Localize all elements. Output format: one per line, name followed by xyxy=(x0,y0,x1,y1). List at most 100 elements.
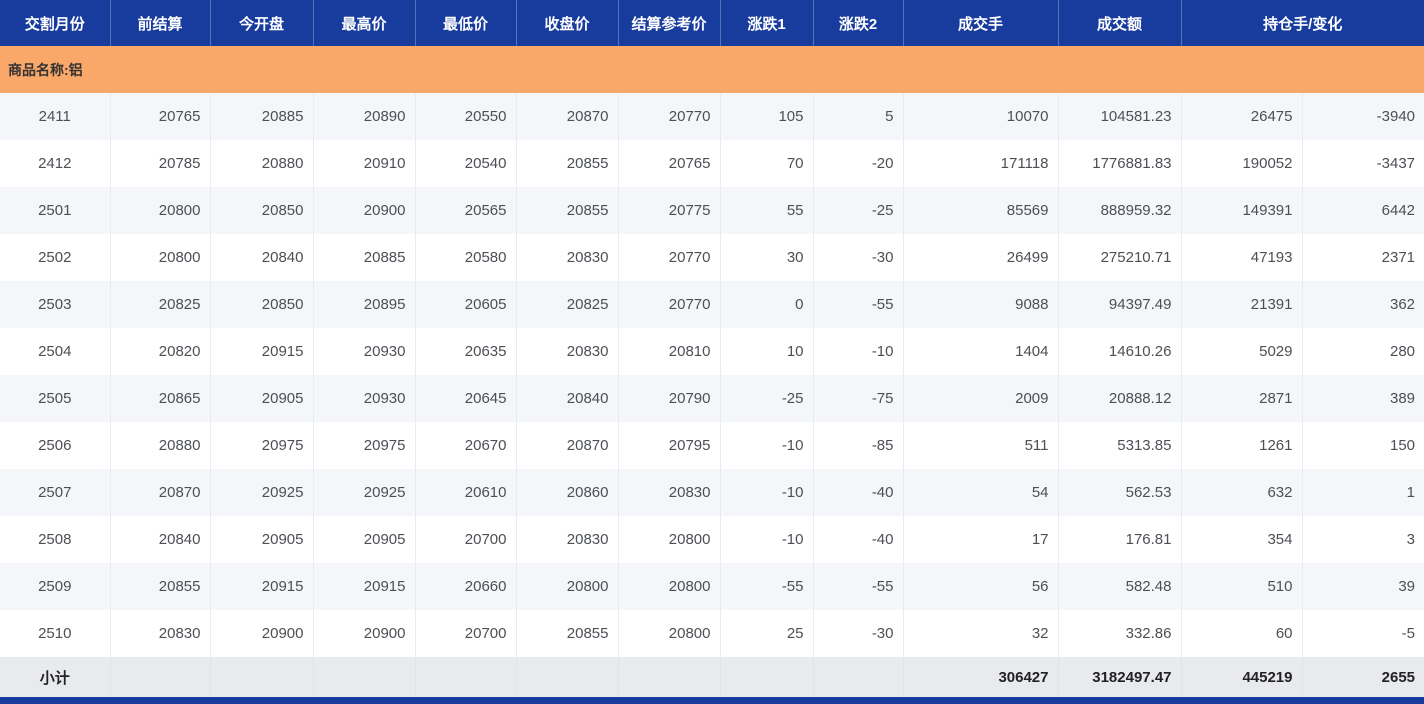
cell-value: 20855 xyxy=(516,610,619,657)
cell-value: 9088 xyxy=(903,281,1059,328)
cell-value: -30 xyxy=(813,610,904,657)
cell-value: 2871 xyxy=(1181,375,1303,422)
cell-value: 20830 xyxy=(618,469,721,516)
cell-delivery-month: 2509 xyxy=(0,563,111,610)
subtotal-volume: 306427 xyxy=(903,657,1059,697)
cell-value: 20580 xyxy=(415,234,517,281)
cell-value: 20975 xyxy=(313,422,416,469)
cell-value: -40 xyxy=(813,469,904,516)
cell-value: 20930 xyxy=(313,328,416,375)
cell-value: 20830 xyxy=(110,610,211,657)
table-row: 2501 20800 20850 20900 20565 20855 20775 55 -25 8… xyxy=(0,187,1424,234)
column-header: 持仓手/变化 xyxy=(1181,0,1424,46)
cell-value: 510 xyxy=(1181,563,1303,610)
cell-value: 562.53 xyxy=(1058,469,1182,516)
cell-value: 20660 xyxy=(415,563,517,610)
cell-value: 10070 xyxy=(903,93,1059,140)
subtotal-change: 2655 xyxy=(1302,657,1424,697)
cell-value: 5313.85 xyxy=(1058,422,1182,469)
cell-value: 20885 xyxy=(210,93,314,140)
cell-value: 20870 xyxy=(516,93,619,140)
subtotal-empty-cell xyxy=(415,657,517,697)
cell-value: 105 xyxy=(720,93,814,140)
cell-value: 20550 xyxy=(415,93,517,140)
cell-value: 20540 xyxy=(415,140,517,187)
cell-value: -55 xyxy=(720,563,814,610)
column-header: 最低价 xyxy=(415,0,517,46)
table-row: 2412 20785 20880 20910 20540 20855 20765 70 -20 1… xyxy=(0,140,1424,187)
column-header: 最高价 xyxy=(313,0,416,46)
cell-value: 20830 xyxy=(516,234,619,281)
column-header: 成交手 xyxy=(903,0,1059,46)
cell-value: -20 xyxy=(813,140,904,187)
cell-value: -10 xyxy=(720,422,814,469)
cell-value: 60 xyxy=(1181,610,1303,657)
cell-value: 20830 xyxy=(516,516,619,563)
cell-value: 17 xyxy=(903,516,1059,563)
subtotal-empty-cell xyxy=(110,657,211,697)
footer-strip xyxy=(0,697,1424,704)
cell-value: -55 xyxy=(813,563,904,610)
cell-value: -10 xyxy=(813,328,904,375)
column-header: 交割月份 xyxy=(0,0,111,46)
column-header: 涨跌2 xyxy=(813,0,904,46)
subtotal-open-interest: 445219 xyxy=(1181,657,1303,697)
cell-value: 332.86 xyxy=(1058,610,1182,657)
table-row: 2510 20830 20900 20900 20700 20855 20800 25 -30 3… xyxy=(0,610,1424,657)
cell-value: 0 xyxy=(720,281,814,328)
table-row: 2506 20880 20975 20975 20670 20870 20795 -10 -85… xyxy=(0,422,1424,469)
cell-value: -3940 xyxy=(1376,108,1416,125)
futures-quotes-page: 交割月份 前结算 今开盘 最高价 最低价 收盘价 结算参考价 涨跌1 涨跌2 成交手 成交额 持仓手/… xyxy=(0,0,1424,704)
cell-value: 1404 xyxy=(903,328,1059,375)
table-row: 2507 20870 20925 20925 20610 20860 20830 -10 -40… xyxy=(0,469,1424,516)
cell-value: 389 xyxy=(1389,390,1416,407)
cell-value: 20895 xyxy=(313,281,416,328)
cell-value: 20770 xyxy=(618,281,721,328)
cell-value: 20855 xyxy=(516,187,619,234)
cell-value: 30 xyxy=(720,234,814,281)
cell-value: 20810 xyxy=(618,328,721,375)
cell-value: 20770 xyxy=(618,93,721,140)
cell-value: -5 xyxy=(1401,625,1416,642)
cell-value: 5 xyxy=(813,93,904,140)
cell-value: 20885 xyxy=(313,234,416,281)
cell-value: 20820 xyxy=(110,328,211,375)
subtotal-row: 小计 306427 3182497.47 445219 2655 xyxy=(0,657,1424,697)
cell-value: 94397.49 xyxy=(1058,281,1182,328)
cell-value: 20925 xyxy=(313,469,416,516)
cell-value: 20830 xyxy=(516,328,619,375)
cell-value: 190052 xyxy=(1181,140,1303,187)
cell-value: 25 xyxy=(720,610,814,657)
cell-value: 10 xyxy=(720,328,814,375)
cell-value: 20850 xyxy=(210,187,314,234)
cell-delivery-month: 2411 xyxy=(0,93,111,140)
cell-value: 362 xyxy=(1389,296,1416,313)
cell-delivery-month: 2503 xyxy=(0,281,111,328)
cell-delivery-month: 2506 xyxy=(0,422,111,469)
cell-value: 20840 xyxy=(110,516,211,563)
cell-value: 104581.23 xyxy=(1058,93,1182,140)
cell-value: 150 xyxy=(1389,437,1416,454)
cell-value: -10 xyxy=(720,469,814,516)
cell-value: 20915 xyxy=(210,328,314,375)
cell-value: 20800 xyxy=(110,234,211,281)
cell-value: 20870 xyxy=(516,422,619,469)
subtotal-turnover: 3182497.47 xyxy=(1058,657,1182,697)
cell-value: 632 xyxy=(1181,469,1303,516)
cell-delivery-month: 2502 xyxy=(0,234,111,281)
cell-value: 2371 xyxy=(1381,249,1416,266)
cell-value: 26475 xyxy=(1181,93,1303,140)
cell-value: 20635 xyxy=(415,328,517,375)
cell-value: -30 xyxy=(813,234,904,281)
cell-value: 20605 xyxy=(415,281,517,328)
cell-delivery-month: 2412 xyxy=(0,140,111,187)
cell-value: 20765 xyxy=(618,140,721,187)
cell-value: 354 xyxy=(1181,516,1303,563)
cell-value: 20855 xyxy=(110,563,211,610)
table-row: 2504 20820 20915 20930 20635 20830 20810 10 -10 1… xyxy=(0,328,1424,375)
cell-value: 20800 xyxy=(618,563,721,610)
cell-delivery-month: 2508 xyxy=(0,516,111,563)
cell-value: 280 xyxy=(1389,343,1416,360)
cell-value: 20905 xyxy=(210,516,314,563)
cell-value: 20915 xyxy=(313,563,416,610)
